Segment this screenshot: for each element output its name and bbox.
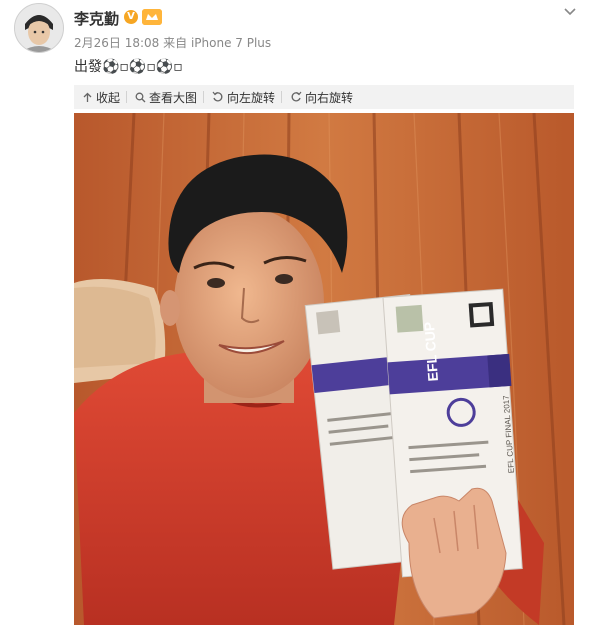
post-text: 出發⚽▫⚽▫⚽▫: [74, 59, 183, 75]
rotate-left-label: 向左旋转: [227, 90, 276, 105]
rotate-right-label: 向右旋转: [305, 90, 354, 105]
search-icon: [135, 92, 146, 102]
avatar-image: [15, 4, 63, 52]
view-large-button[interactable]: 查看大图: [135, 89, 197, 106]
post-photo[interactable]: EFL CUP EFL CUP FINAL 2017: [74, 113, 574, 625]
rotate-left-icon: [212, 91, 223, 102]
rotate-right-icon: [291, 91, 302, 102]
rotate-left-button[interactable]: 向左旋转: [212, 89, 275, 106]
image-toolbar: 收起 查看大图 向左旋转 向右旋转: [74, 85, 574, 109]
collapse-label: 收起: [96, 90, 121, 105]
rotate-right-button[interactable]: 向右旋转: [290, 89, 353, 106]
photo-image: EFL CUP EFL CUP FINAL 2017: [74, 113, 574, 625]
verified-icon: V: [124, 10, 138, 24]
toolbar-divider: [203, 91, 205, 103]
chevron-down-icon[interactable]: [563, 4, 577, 18]
collapse-icon: [83, 92, 92, 102]
post-source: 来自 iPhone 7 Plus: [163, 36, 272, 50]
post-meta: 2月26日 18:08 来自 iPhone 7 Plus: [74, 34, 271, 51]
post-time[interactable]: 2月26日 18:08: [74, 36, 159, 50]
author-avatar[interactable]: [14, 3, 64, 53]
author-name[interactable]: 李克勤: [74, 8, 119, 29]
member-badge-icon[interactable]: [142, 9, 162, 25]
post-header: 李克勤 V 2月26日 18:08 来自 iPhone 7 Plus: [0, 0, 599, 60]
collapse-button[interactable]: 收起: [82, 89, 120, 106]
toolbar-divider: [126, 91, 128, 103]
toolbar-divider: [281, 91, 283, 103]
view-large-label: 查看大图: [149, 90, 198, 105]
